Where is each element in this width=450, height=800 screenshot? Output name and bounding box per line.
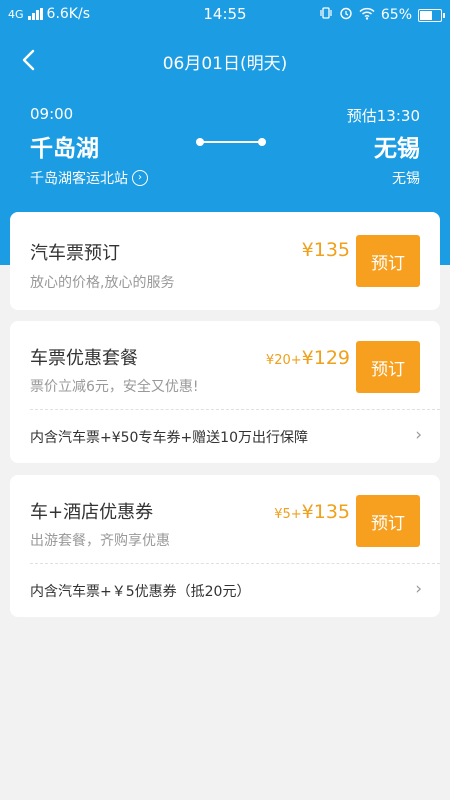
battery-icon [418, 8, 445, 22]
book-button[interactable]: 预订 [356, 341, 420, 393]
departure-station-link[interactable]: 千岛湖客运北站 › [30, 168, 148, 188]
arrival-time: 预估13:30 [346, 107, 420, 125]
price-value: ¥135 [301, 239, 350, 261]
status-bar: 4G 6.6K/s 14:55 65% [0, 0, 450, 30]
divider [30, 563, 440, 564]
book-button[interactable]: 预订 [356, 495, 420, 547]
alarm-icon [339, 6, 353, 24]
battery-percent: 65% [380, 7, 412, 23]
departure-city: 千岛湖 [30, 136, 99, 162]
departure-time: 09:00 [30, 105, 74, 123]
package-detail-text: 内含汽车票+￥5优惠券（抵20元） [30, 584, 251, 600]
vibrate-icon [319, 6, 333, 24]
arrival-city: 无锡 [374, 136, 420, 162]
card-subtitle: 票价立减6元，安全又优惠! [30, 379, 199, 395]
page-title: 06月01日(明天) [162, 54, 288, 74]
departure-station: 千岛湖客运北站 [30, 171, 128, 187]
arrival-station: 无锡 [392, 171, 420, 187]
book-button[interactable]: 预订 [356, 235, 420, 287]
price-extra: ¥5+ [274, 507, 302, 522]
card-title: 汽车票预订 [30, 243, 120, 264]
wifi-icon [359, 7, 375, 24]
price-value: ¥135 [301, 501, 350, 523]
chevron-right-icon: › [415, 425, 422, 445]
hotel-bundle-card: 车+酒店优惠券 出游套餐，齐购享优惠 ¥5+¥135 预订 内含汽车票+￥5优惠… [10, 475, 440, 617]
route-connector-icon [196, 138, 266, 146]
price-extra: ¥20+ [265, 353, 302, 368]
package-detail-text: 内含汽车票+¥50专车券+赠送10万出行保障 [30, 430, 308, 446]
chevron-right-circle-icon: › [132, 170, 148, 186]
card-title: 车票优惠套餐 [30, 348, 138, 369]
nav-bar: 06月01日(明天) [0, 38, 450, 82]
ticket-package-card: 车票优惠套餐 票价立减6元，安全又优惠! ¥20+¥129 预订 内含汽车票+¥… [10, 321, 440, 463]
bus-ticket-card: 汽车票预订 放心的价格,放心的服务 ¥135 预订 [10, 212, 440, 310]
divider [30, 409, 440, 410]
card-subtitle: 出游套餐，齐购享优惠 [30, 533, 170, 549]
chevron-right-icon: › [415, 579, 422, 599]
card-title: 车+酒店优惠券 [30, 502, 154, 523]
package-detail-row[interactable]: 内含汽车票+¥50专车券+赠送10万出行保障 [30, 427, 426, 447]
card-price: ¥20+¥129 [266, 347, 350, 369]
card-price: ¥135 [302, 239, 350, 261]
card-price: ¥5+¥135 [274, 501, 350, 523]
package-detail-row[interactable]: 内含汽车票+￥5优惠券（抵20元） [30, 581, 426, 601]
price-value: ¥129 [301, 347, 350, 369]
card-subtitle: 放心的价格,放心的服务 [30, 275, 175, 291]
